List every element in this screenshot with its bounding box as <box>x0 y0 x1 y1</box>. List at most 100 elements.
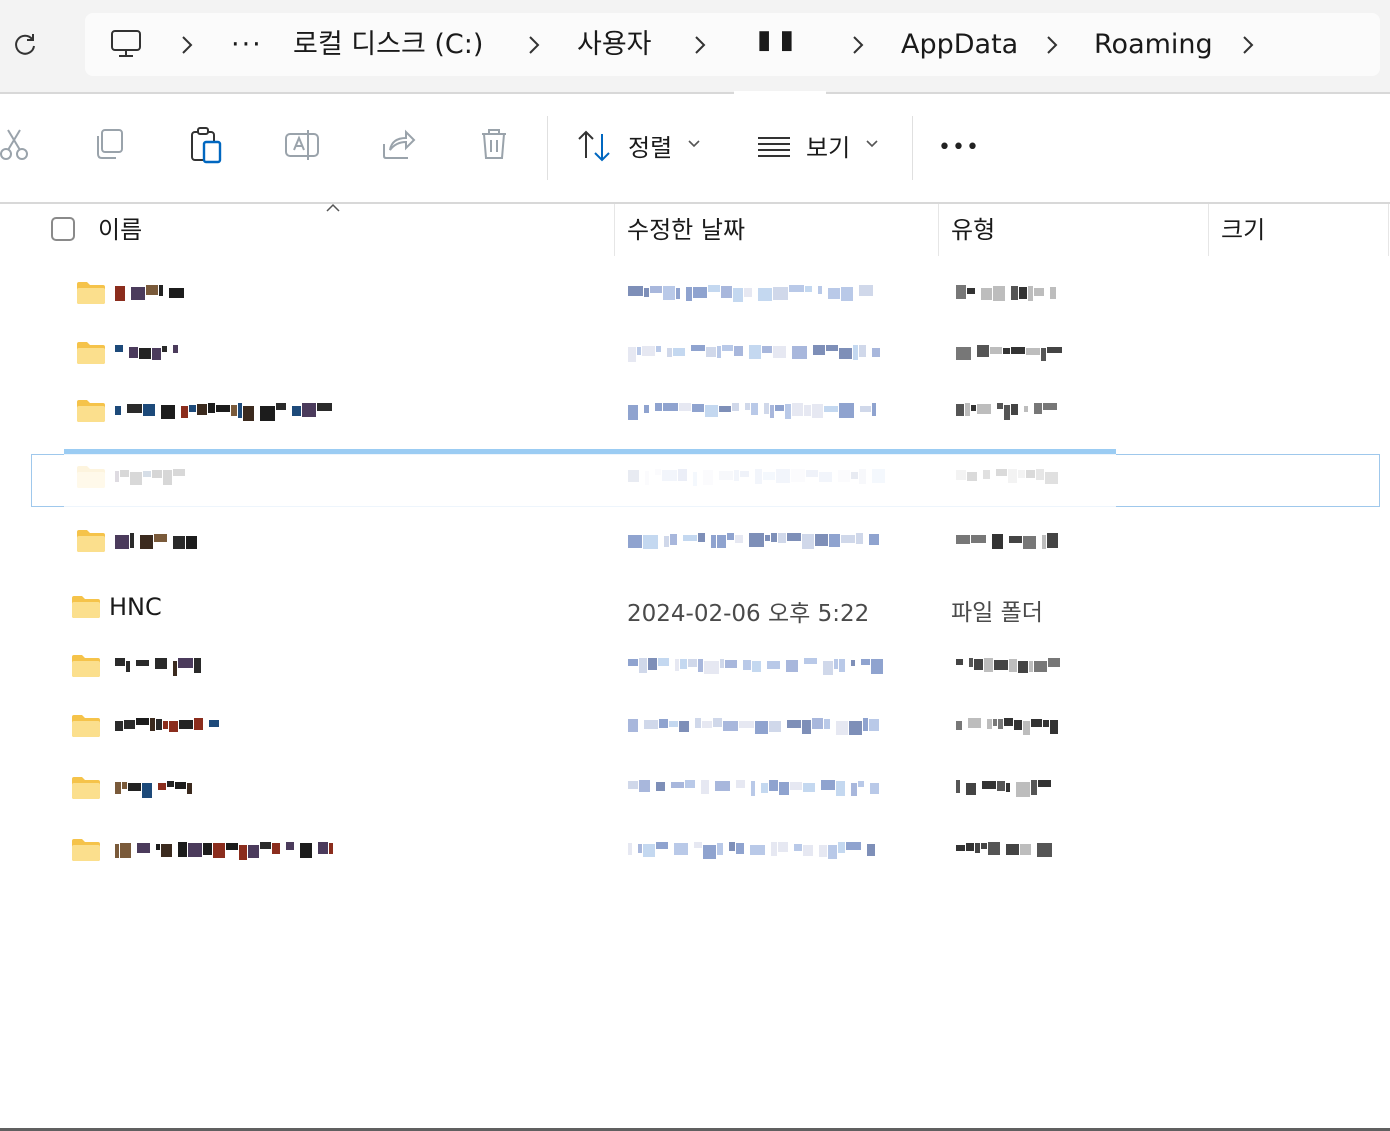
redacted-name <box>175 782 186 789</box>
chevron-right-icon[interactable] <box>852 35 864 55</box>
list-item[interactable] <box>30 325 1381 380</box>
redacted-date <box>637 347 641 355</box>
redacted-date <box>638 844 642 853</box>
redacted-name <box>216 405 230 412</box>
sort-button[interactable]: 정렬 <box>576 124 706 168</box>
folder-icon <box>71 654 101 677</box>
column-header-type[interactable]: 유형 <box>951 204 995 256</box>
chevron-right-icon[interactable] <box>694 35 706 55</box>
redacted-date <box>679 403 691 411</box>
list-item[interactable] <box>30 383 1381 438</box>
this-pc-button[interactable] <box>109 27 143 65</box>
redacted-name <box>209 720 219 727</box>
view-button[interactable]: 보기 <box>756 124 886 168</box>
refresh-button[interactable] <box>8 28 42 62</box>
breadcrumb-item-users[interactable]: 사용자 <box>577 13 652 76</box>
redacted-type <box>982 781 996 789</box>
redacted-date <box>670 534 677 545</box>
redacted-type <box>975 843 980 853</box>
redacted-type <box>1029 661 1033 672</box>
chevron-right-icon[interactable] <box>528 35 540 55</box>
command-bar: 정렬 보기 ••• <box>0 94 1390 202</box>
redacted-date <box>859 285 873 296</box>
redacted-date <box>704 661 719 674</box>
redacted-type <box>1006 844 1019 855</box>
breadcrumb-item-local-disk[interactable]: 로컬 디스크 (C:) <box>293 13 483 76</box>
list-item[interactable] <box>30 698 1381 753</box>
column-divider[interactable] <box>938 204 939 256</box>
redacted-name <box>189 405 196 412</box>
more-options-button[interactable]: ••• <box>938 126 988 170</box>
chevron-right-icon[interactable] <box>181 35 193 55</box>
redacted-type <box>956 404 964 416</box>
redacted-type <box>956 535 970 544</box>
redacted-date <box>639 658 647 673</box>
redacted-date <box>802 534 814 549</box>
redacted-date <box>745 403 750 410</box>
redacted-name <box>208 403 215 413</box>
column-divider[interactable] <box>614 204 615 256</box>
redacted-name <box>231 405 237 416</box>
redacted-date <box>789 285 804 292</box>
breadcrumb-overflow[interactable]: ··· <box>231 13 263 76</box>
column-divider[interactable] <box>1388 204 1389 256</box>
chevron-right-icon[interactable] <box>1242 35 1254 55</box>
cut-icon[interactable] <box>0 124 34 164</box>
redacted-name <box>272 843 280 854</box>
redacted-date <box>869 534 879 545</box>
redacted-name <box>188 843 202 857</box>
breadcrumb-item-roaming[interactable]: Roaming <box>1094 13 1213 76</box>
redacted-date <box>841 535 855 543</box>
redacted-name <box>159 285 163 296</box>
redacted-date <box>744 288 752 297</box>
copy-icon[interactable] <box>90 124 130 164</box>
list-item[interactable] <box>30 265 1381 320</box>
list-item[interactable] <box>30 513 1381 568</box>
delete-icon[interactable] <box>474 124 514 164</box>
breadcrumb-item-appdata[interactable]: AppData <box>901 13 1018 76</box>
share-icon[interactable] <box>378 124 418 164</box>
redacted-date <box>676 288 680 299</box>
redacted-date <box>824 406 838 412</box>
redacted-name <box>131 287 145 300</box>
sort-label: 정렬 <box>628 134 673 162</box>
redacted-date <box>694 842 702 848</box>
column-header-date[interactable]: 수정한 날짜 <box>627 204 745 256</box>
redacted-type <box>977 404 991 414</box>
chevron-right-icon[interactable] <box>1046 35 1058 55</box>
column-header-name[interactable]: 이름 <box>98 204 142 256</box>
select-all-checkbox[interactable] <box>51 217 75 241</box>
redacted-name <box>239 845 247 860</box>
rename-icon[interactable] <box>282 124 322 164</box>
paste-icon[interactable] <box>186 124 226 164</box>
redacted-date <box>667 348 672 357</box>
redacted-type <box>956 721 962 730</box>
redacted-type <box>1037 843 1052 857</box>
list-item[interactable] <box>30 822 1381 877</box>
redacted-date <box>834 659 838 669</box>
list-item[interactable] <box>30 638 1381 693</box>
redacted-date <box>628 659 638 666</box>
redacted-date <box>751 781 755 796</box>
list-item[interactable] <box>30 760 1381 815</box>
redacted-name <box>115 286 125 301</box>
redacted-name <box>161 405 175 419</box>
redacted-date <box>860 406 871 412</box>
redacted-name <box>115 406 121 415</box>
redacted-name <box>154 534 167 542</box>
folder-icon <box>76 399 106 422</box>
redacted-date <box>752 661 761 672</box>
list-item[interactable]: HNC 2024-02-06 오후 5:22 파일 폴더 <box>30 579 1381 634</box>
redacted-date <box>771 842 777 856</box>
column-divider[interactable] <box>1208 204 1209 256</box>
redacted-date <box>628 535 642 548</box>
redacted-type <box>1004 718 1013 726</box>
breadcrumb-item-user-redacted[interactable]: ▮ ▮ <box>757 9 794 72</box>
redacted-date <box>711 535 716 548</box>
breadcrumb[interactable]: ··· 로컬 디스크 (C:) 사용자 ▮ ▮ AppData Roaming <box>85 13 1380 76</box>
file-name: HNC <box>109 593 162 621</box>
redacted-date <box>826 345 838 351</box>
redacted-type <box>1031 780 1037 795</box>
redacted-date <box>671 782 684 788</box>
column-header-size[interactable]: 크기 <box>1221 204 1265 256</box>
